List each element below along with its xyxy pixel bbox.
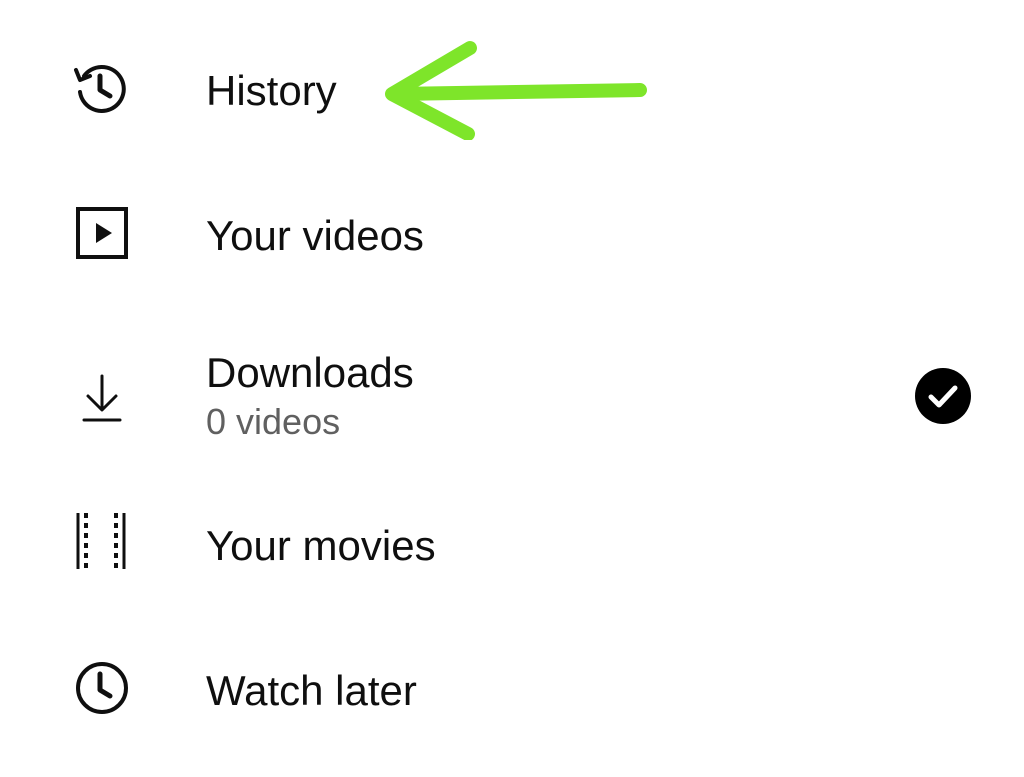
menu-item-label: Your movies: [206, 522, 436, 569]
download-icon: [70, 368, 134, 432]
library-menu: History Your videos Downloads 0 videos Y…: [0, 0, 1024, 777]
menu-item-label: Downloads: [206, 349, 414, 396]
clock-icon: [70, 656, 134, 720]
menu-item-sublabel: 0 videos: [206, 401, 341, 442]
menu-item-your-movies[interactable]: Your movies: [0, 485, 1024, 605]
menu-item-downloads[interactable]: Downloads 0 videos: [0, 340, 1024, 460]
film-strip-icon: [70, 509, 134, 573]
menu-item-your-videos[interactable]: Your videos: [0, 175, 1024, 295]
menu-item-label: History: [206, 67, 337, 114]
menu-item-label: Watch later: [206, 667, 417, 714]
arrow-left-icon: [380, 40, 650, 140]
check-circle-icon: [914, 367, 972, 425]
play-box-icon: [70, 201, 134, 265]
menu-item-label: Your videos: [206, 212, 424, 259]
history-icon: [70, 56, 134, 120]
menu-item-watch-later[interactable]: Watch later: [0, 630, 1024, 750]
